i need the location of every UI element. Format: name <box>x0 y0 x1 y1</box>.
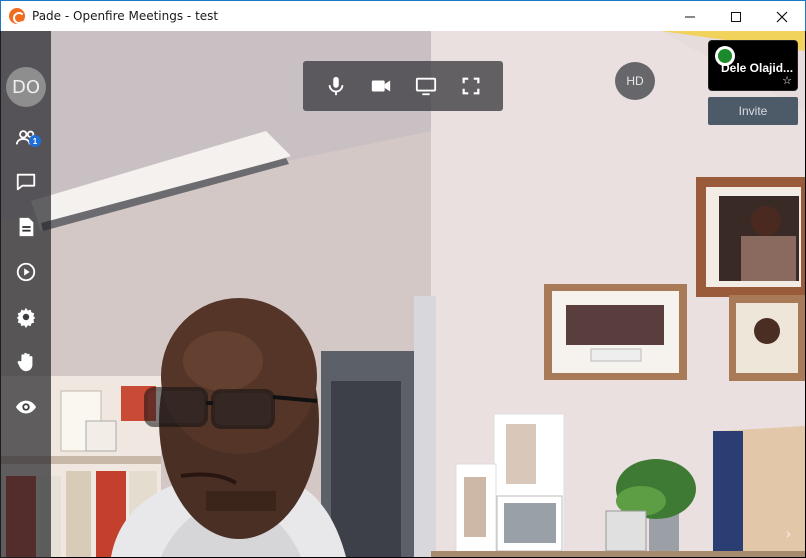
play-icon <box>16 262 36 282</box>
fullscreen-icon <box>462 77 479 95</box>
screen-share-icon <box>415 77 436 96</box>
participant-name: Dele Olajid... <box>721 61 794 75</box>
call-controls <box>303 61 503 111</box>
gear-icon <box>16 307 36 328</box>
raise-hand-button[interactable] <box>12 348 40 376</box>
participants-count-badge: 1 <box>29 135 41 147</box>
hand-icon <box>17 352 33 372</box>
maximize-icon <box>731 11 741 22</box>
video-quality-badge[interactable]: HD <box>615 62 655 100</box>
minimize-icon <box>685 16 695 17</box>
eye-icon <box>15 400 37 414</box>
chevron-right-icon[interactable]: › <box>786 525 791 541</box>
maximize-button[interactable] <box>713 1 759 32</box>
camera-button[interactable] <box>366 71 396 101</box>
view-button[interactable] <box>12 393 40 421</box>
avatar[interactable]: DO <box>6 67 46 107</box>
camera-icon <box>371 80 390 92</box>
chat-button[interactable] <box>12 168 40 196</box>
invite-button[interactable]: Invite <box>708 97 798 125</box>
document-button[interactable] <box>12 213 40 241</box>
play-button[interactable] <box>12 258 40 286</box>
participant-thumbnail[interactable]: Dele Olajid... ☆ <box>708 40 798 91</box>
window-controls <box>667 1 805 32</box>
title-bar: Pade - Openfire Meetings - test <box>0 0 806 31</box>
fullscreen-button[interactable] <box>456 71 486 101</box>
microphone-button[interactable] <box>321 71 351 101</box>
left-toolbar: DO 1 <box>0 31 51 558</box>
window-title: Pade - Openfire Meetings - test <box>32 9 219 23</box>
pade-logo-icon <box>9 8 25 24</box>
document-icon <box>19 217 34 237</box>
minimize-button[interactable] <box>667 1 713 32</box>
settings-button[interactable] <box>12 303 40 331</box>
close-icon <box>776 11 788 22</box>
screen-share-button[interactable] <box>411 71 441 101</box>
star-icon: ☆ <box>782 75 792 87</box>
participants-button[interactable]: 1 <box>12 124 41 152</box>
close-button[interactable] <box>759 1 805 32</box>
microphone-icon <box>328 76 343 96</box>
chat-icon <box>16 173 36 191</box>
